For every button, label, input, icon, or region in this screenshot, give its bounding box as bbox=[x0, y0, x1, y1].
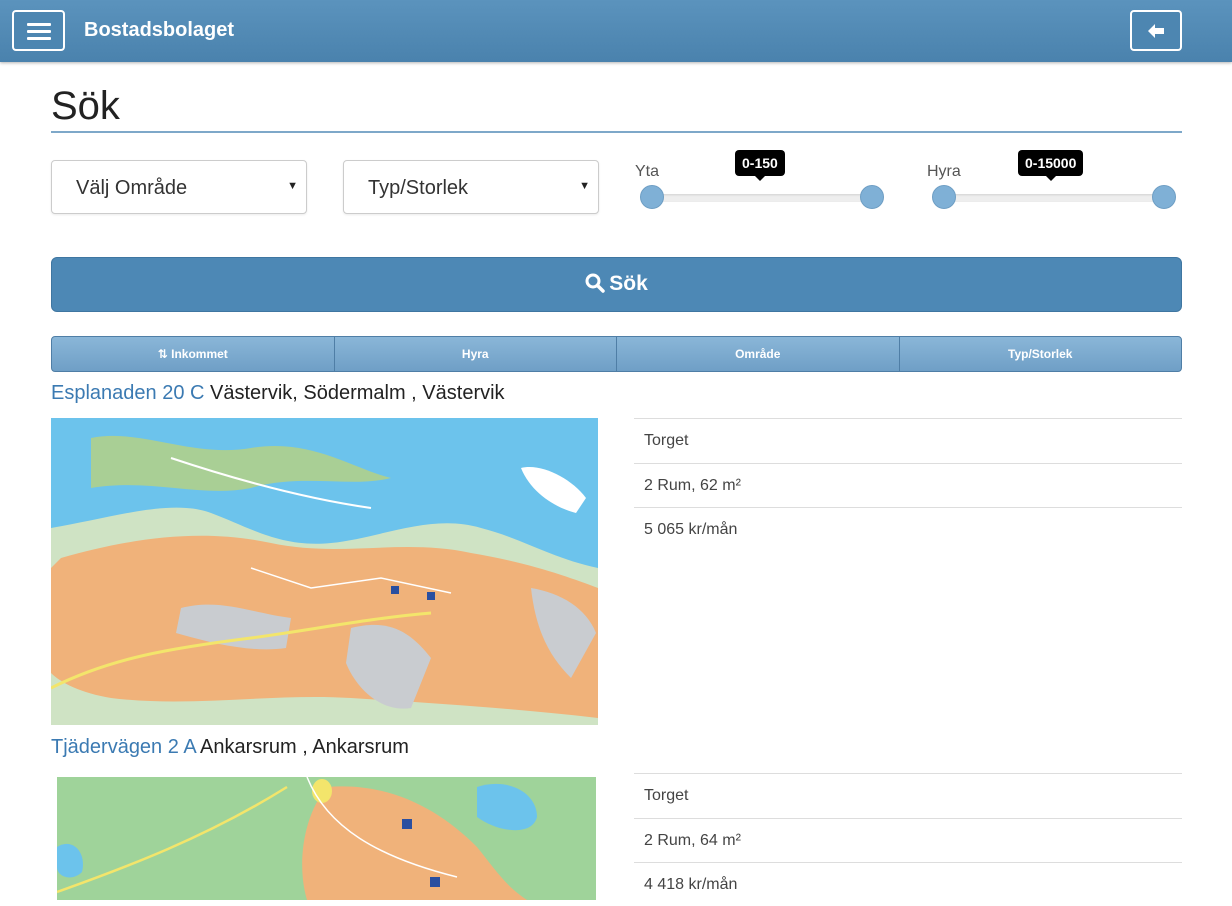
listing-map[interactable] bbox=[57, 777, 596, 900]
title-divider bbox=[51, 131, 1182, 133]
rent-slider-min-handle[interactable] bbox=[932, 185, 956, 209]
listing-address-link[interactable]: Tjädervägen 2 A bbox=[51, 736, 196, 758]
back-button[interactable] bbox=[1130, 10, 1182, 51]
caret-down-icon: ▼ bbox=[579, 180, 590, 192]
sort-hyra[interactable]: Hyra bbox=[335, 337, 617, 371]
area-select-value: Välj Område bbox=[76, 177, 188, 199]
listing-seller: Torget bbox=[644, 432, 689, 449]
sort-typ-storlek[interactable]: Typ/Storlek bbox=[900, 337, 1182, 371]
listing-title: Tjädervägen 2 A Ankarsrum , Ankarsrum bbox=[51, 736, 409, 759]
type-size-select[interactable]: Typ/Storlek ▼ bbox=[343, 160, 599, 214]
map-image bbox=[57, 777, 596, 900]
sort-icon: ⇅ bbox=[157, 347, 168, 361]
app-title: Bostadsbolaget bbox=[84, 19, 235, 41]
listing-size: 2 Rum, 64 m² bbox=[644, 832, 741, 849]
hamburger-icon bbox=[27, 23, 51, 26]
search-button-label: Sök bbox=[609, 272, 648, 295]
type-select-value: Typ/Storlek bbox=[368, 177, 469, 199]
map-image bbox=[51, 418, 598, 725]
listing-location: Ankarsrum , Ankarsrum bbox=[195, 736, 409, 758]
listing-size-row: 2 Rum, 62 m² bbox=[634, 463, 1182, 507]
listing-seller: Torget bbox=[644, 787, 689, 804]
listing-rent-row: 5 065 kr/mån bbox=[634, 507, 1182, 551]
listing-map[interactable] bbox=[51, 418, 598, 725]
listing-address-link[interactable]: Esplanaden 20 C bbox=[51, 382, 204, 404]
hamburger-line bbox=[27, 30, 51, 33]
listing-title: Esplanaden 20 C Västervik, Södermalm , V… bbox=[51, 382, 505, 405]
area-slider-tooltip: 0-150 bbox=[735, 150, 785, 181]
menu-button[interactable] bbox=[12, 10, 65, 51]
page-title: Sök bbox=[51, 84, 120, 128]
sort-inkommet[interactable]: ⇅ Inkommet bbox=[52, 337, 335, 371]
sort-bar: ⇅ Inkommet Hyra Område Typ/Storlek bbox=[51, 336, 1182, 372]
listing-seller-row: Torget bbox=[634, 773, 1182, 817]
sort-omrade[interactable]: Område bbox=[617, 337, 900, 371]
rent-slider-max-handle[interactable] bbox=[1152, 185, 1176, 209]
hamburger-line bbox=[27, 37, 51, 40]
search-icon bbox=[585, 273, 605, 293]
rent-slider-tooltip: 0-15000 bbox=[1018, 150, 1084, 181]
search-button[interactable]: Sök bbox=[51, 257, 1182, 312]
arrow-left-icon bbox=[1148, 24, 1164, 38]
rent-slider-label: Hyra bbox=[927, 163, 961, 180]
listing-size-row: 2 Rum, 64 m² bbox=[634, 818, 1182, 862]
rent-slider-track[interactable] bbox=[944, 194, 1164, 202]
area-slider-track[interactable] bbox=[652, 194, 872, 202]
caret-down-icon: ▼ bbox=[287, 180, 298, 192]
listing-rent: 5 065 kr/mån bbox=[644, 521, 738, 538]
top-bar: Bostadsbolaget bbox=[0, 0, 1232, 62]
area-select[interactable]: Välj Område ▼ bbox=[51, 160, 307, 214]
listing-seller-row: Torget bbox=[634, 418, 1182, 462]
area-slider-max-handle[interactable] bbox=[860, 185, 884, 209]
sort-inkommet-label: Inkommet bbox=[171, 347, 228, 361]
area-slider-label: Yta bbox=[635, 163, 660, 180]
listing-size: 2 Rum, 62 m² bbox=[644, 477, 741, 494]
listing-rent-row: 4 418 kr/mån bbox=[634, 862, 1182, 906]
listing-rent: 4 418 kr/mån bbox=[644, 876, 738, 893]
listing-location: Västervik, Södermalm , Västervik bbox=[204, 382, 505, 404]
area-slider-min-handle[interactable] bbox=[640, 185, 664, 209]
